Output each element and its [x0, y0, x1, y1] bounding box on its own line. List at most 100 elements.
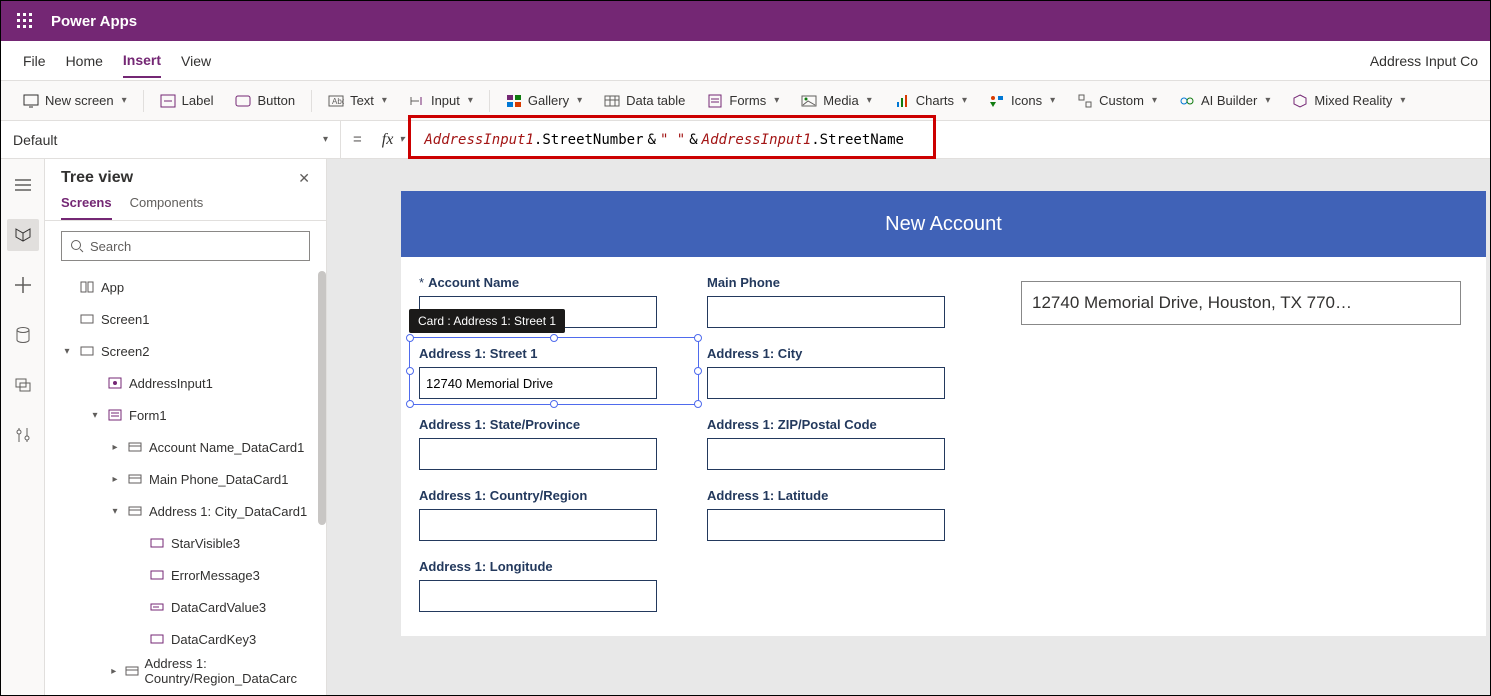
aibuilder-button[interactable]: AI Builder▾ — [1171, 89, 1278, 113]
text-icon: Abc — [328, 93, 344, 109]
data-icon[interactable] — [7, 319, 39, 351]
card-mainphone[interactable]: Main Phone — [707, 271, 977, 332]
zip-input[interactable] — [707, 438, 945, 470]
menu-insert[interactable]: Insert — [123, 44, 161, 78]
card-longitude[interactable]: Address 1: Longitude — [419, 555, 689, 616]
icons-button[interactable]: Icons▾ — [981, 89, 1063, 113]
label-icon — [149, 568, 165, 582]
node-mainphone[interactable]: ▸Main Phone_DataCard1 — [45, 463, 326, 495]
waffle-icon[interactable] — [9, 5, 41, 37]
datatable-button[interactable]: Data table — [596, 89, 693, 113]
chevron-down-icon: ▾ — [962, 95, 967, 106]
address-input-control[interactable]: 12740 Memorial Drive, Houston, TX 770… — [1021, 281, 1461, 325]
text-button[interactable]: Abc Text▾ — [320, 89, 395, 113]
work-area: Tree view ✕ Screens Components Search Ap… — [1, 159, 1490, 695]
media-icon — [801, 93, 817, 109]
input-button[interactable]: Input▾ — [401, 89, 481, 113]
screen-icon — [23, 93, 39, 109]
card-city[interactable]: Address 1: City — [707, 342, 977, 403]
menu-file[interactable]: File — [23, 45, 46, 77]
breadcrumb: Address Input Co — [1370, 53, 1478, 69]
label-button[interactable]: Label — [152, 89, 222, 113]
node-datacardvalue[interactable]: DataCardValue3 — [45, 591, 326, 623]
chevron-down-icon: ▾ — [774, 95, 779, 106]
node-addresscity[interactable]: ▾Address 1: City_DataCard1 — [45, 495, 326, 527]
scrollbar[interactable] — [318, 271, 326, 525]
chevron-down-icon: ▾ — [468, 95, 473, 106]
hamburger-icon[interactable] — [7, 169, 39, 201]
icons-icon — [989, 93, 1005, 109]
state-input[interactable] — [419, 438, 657, 470]
fx-button[interactable]: fx▾ — [374, 131, 413, 149]
card-zip[interactable]: Address 1: ZIP/Postal Code — [707, 413, 977, 474]
node-accountname[interactable]: ▸Account Name_DataCard1 — [45, 431, 326, 463]
chevron-down-icon: ▾ — [1400, 95, 1405, 106]
longitude-input[interactable] — [419, 580, 657, 612]
selection-tooltip: Card : Address 1: Street 1 — [409, 309, 565, 333]
mainphone-input[interactable] — [707, 296, 945, 328]
formula-bar: Default ▾ = fx▾ AddressInput1.StreetNumb… — [1, 121, 1490, 159]
city-input[interactable] — [707, 367, 945, 399]
node-starvisible[interactable]: StarVisible3 — [45, 527, 326, 559]
separator — [489, 90, 490, 112]
custom-button[interactable]: Custom▾ — [1069, 89, 1165, 113]
insert-icon[interactable] — [7, 269, 39, 301]
menu-home[interactable]: Home — [66, 45, 103, 77]
media-rail-icon[interactable] — [7, 369, 39, 401]
node-addresscountry[interactable]: ▸Address 1: Country/Region_DataCarc — [45, 655, 326, 687]
form-icon — [107, 408, 123, 422]
screen-icon — [79, 344, 95, 358]
component-icon — [107, 376, 123, 390]
chevron-down-icon: ▾ — [1152, 95, 1157, 106]
canvas[interactable]: New Account *Account Name Main Phone — [327, 159, 1490, 695]
country-input[interactable] — [419, 509, 657, 541]
node-form1[interactable]: ▾Form1 — [45, 399, 326, 431]
card-street1[interactable]: Card : Address 1: Street 1 — [419, 342, 689, 403]
mixedreality-button[interactable]: Mixed Reality▾ — [1284, 89, 1413, 113]
node-addressinput1[interactable]: AddressInput1 — [45, 367, 326, 399]
equals-label: = — [341, 131, 374, 148]
menu-view[interactable]: View — [181, 45, 211, 77]
chevron-right-icon[interactable]: ▸ — [109, 474, 121, 485]
node-screen2[interactable]: ▾Screen2 — [45, 335, 326, 367]
node-datacardkey[interactable]: DataCardKey3 — [45, 623, 326, 655]
separator — [311, 90, 312, 112]
tree-view-icon[interactable] — [7, 219, 39, 251]
tab-screens[interactable]: Screens — [61, 195, 112, 220]
formula-input[interactable]: AddressInput1.StreetNumber & " " & Addre… — [412, 121, 1490, 159]
chevron-down-icon[interactable]: ▾ — [61, 346, 73, 357]
required-star: * — [419, 275, 424, 290]
property-selector[interactable]: Default ▾ — [1, 121, 341, 159]
tab-components[interactable]: Components — [130, 195, 204, 220]
chevron-right-icon[interactable]: ▸ — [109, 666, 119, 677]
card-country[interactable]: Address 1: Country/Region — [419, 484, 689, 545]
search-input[interactable]: Search — [61, 231, 310, 261]
chevron-down-icon: ▾ — [122, 95, 127, 106]
tools-icon[interactable] — [7, 419, 39, 451]
new-screen-button[interactable]: New screen▾ — [15, 89, 135, 113]
charts-button[interactable]: Charts▾ — [886, 89, 975, 113]
forms-icon — [707, 93, 723, 109]
node-screen1[interactable]: Screen1 — [45, 303, 326, 335]
button-button[interactable]: Button — [227, 89, 303, 113]
gallery-icon — [506, 93, 522, 109]
media-button[interactable]: Media▾ — [793, 89, 879, 113]
input-icon — [149, 600, 165, 614]
chevron-down-icon[interactable]: ▾ — [89, 410, 101, 421]
chevron-right-icon[interactable]: ▸ — [109, 442, 121, 453]
selection-border — [409, 337, 699, 405]
forms-button[interactable]: Forms▾ — [699, 89, 787, 113]
close-icon[interactable]: ✕ — [298, 170, 310, 187]
aibuilder-icon — [1179, 93, 1195, 109]
chevron-down-icon[interactable]: ▾ — [109, 506, 121, 517]
svg-text:Abc: Abc — [332, 97, 344, 106]
latitude-input[interactable] — [707, 509, 945, 541]
left-rail — [1, 159, 45, 695]
label-icon — [160, 93, 176, 109]
table-icon — [604, 93, 620, 109]
card-latitude[interactable]: Address 1: Latitude — [707, 484, 977, 545]
node-app[interactable]: App — [45, 271, 326, 303]
node-errormessage[interactable]: ErrorMessage3 — [45, 559, 326, 591]
card-state[interactable]: Address 1: State/Province — [419, 413, 689, 474]
gallery-button[interactable]: Gallery▾ — [498, 89, 590, 113]
